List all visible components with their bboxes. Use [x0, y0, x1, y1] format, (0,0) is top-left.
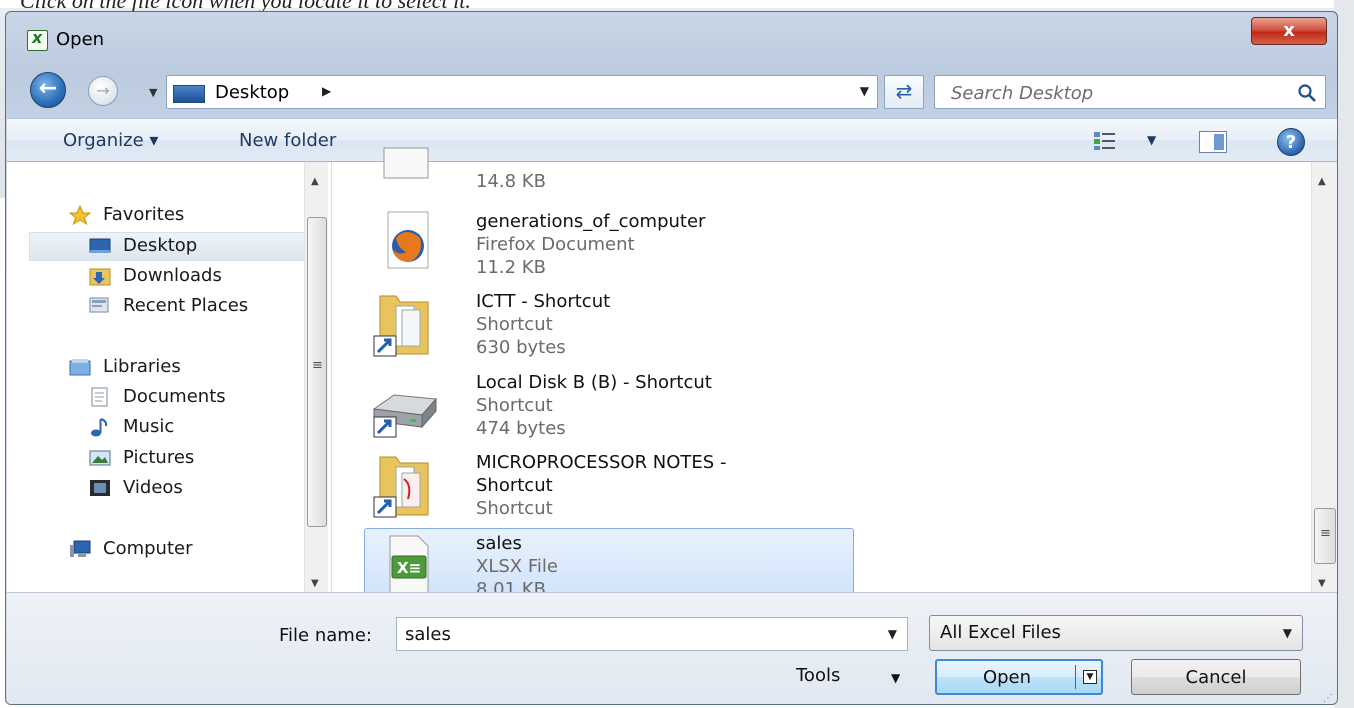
file-name: ICTT - Shortcut — [476, 291, 611, 312]
file-list-scrollbar[interactable]: ▲ ▼ — [1311, 162, 1337, 592]
sidebar-item-label: Desktop — [123, 235, 198, 256]
scroll-up-icon[interactable]: ▲ — [1318, 176, 1326, 187]
recent-places-icon — [89, 297, 109, 313]
scroll-down-icon[interactable]: ▼ — [1318, 578, 1326, 589]
libraries-icon — [69, 359, 91, 376]
videos-icon — [90, 480, 110, 496]
sidebar-item-label: Downloads — [123, 265, 222, 286]
refresh-button[interactable]: ⇄ — [884, 75, 924, 109]
search-icon[interactable] — [1297, 83, 1317, 103]
view-options-dropdown-icon[interactable]: ▼ — [1147, 133, 1156, 147]
desktop-icon — [89, 238, 111, 253]
open-options-dropdown-icon[interactable]: ▼ — [1083, 670, 1097, 684]
file-size: 11.2 KB — [476, 257, 546, 278]
dialog-footer: File name: sales ▼ All Excel Files ▼ Too… — [7, 592, 1337, 704]
list-item[interactable]: Local Disk B (B) - Shortcut Shortcut 474… — [366, 369, 854, 445]
window-title: Open — [56, 29, 105, 50]
file-type: Shortcut — [476, 498, 553, 519]
sidebar-item-label: Videos — [123, 477, 183, 498]
recent-pages-dropdown-icon[interactable]: ▼ — [149, 86, 157, 99]
change-view-icon[interactable] — [1093, 131, 1117, 151]
list-item[interactable]: ICTT - Shortcut Shortcut 630 bytes — [366, 288, 854, 364]
file-size: 630 bytes — [476, 337, 566, 358]
search-placeholder: Search Desktop — [951, 83, 1094, 104]
svg-text:X≡: X≡ — [397, 559, 421, 577]
open-button-label: Open — [982, 667, 1032, 688]
music-icon — [91, 418, 108, 437]
organize-button[interactable]: Organize ▾ — [63, 130, 158, 151]
file-type-select[interactable]: All Excel Files ▼ — [929, 615, 1303, 651]
file-type: XLSX File — [476, 556, 558, 577]
computer-icon — [70, 540, 91, 557]
close-button[interactable]: x — [1251, 17, 1327, 45]
pictures-icon — [89, 450, 111, 466]
sidebar-item-label: Documents — [123, 386, 226, 407]
documents-icon — [91, 387, 108, 407]
help-button[interactable]: ? — [1277, 128, 1305, 156]
tools-button[interactable]: Tools — [796, 665, 840, 686]
file-type: Shortcut — [476, 314, 553, 335]
file-name: Local Disk B (B) - Shortcut — [476, 372, 712, 393]
folder-shortcut-icon — [373, 295, 429, 357]
forward-button[interactable]: → — [88, 76, 118, 106]
breadcrumb-arrow-icon[interactable]: ▶ — [322, 84, 331, 98]
file-size: 474 bytes — [476, 418, 566, 439]
sidebar-item-label: Recent Places — [123, 295, 249, 316]
downloads-icon — [89, 268, 111, 286]
file-type: Shortcut — [476, 395, 553, 416]
split-divider — [1075, 665, 1076, 689]
back-button[interactable]: ← — [30, 72, 66, 108]
scroll-down-icon[interactable]: ▼ — [311, 578, 319, 589]
address-dropdown-icon[interactable]: ▼ — [860, 84, 869, 98]
sidebar-item-label: Favorites — [103, 204, 185, 225]
file-list: 14.8 KB generations_of_computer Firefox … — [332, 147, 1337, 602]
open-dialog: Open x ← → ▼ Desktop ▶ ▼ ⇄ Search Deskto… — [5, 11, 1338, 705]
address-bar[interactable]: Desktop ▶ ▼ — [166, 75, 878, 109]
sidebar-item-label: Pictures — [123, 447, 195, 468]
star-icon — [69, 205, 91, 225]
open-button[interactable]: Open ▼ — [935, 659, 1103, 695]
desktop-folder-icon — [173, 85, 205, 103]
resize-grip-icon[interactable]: ⋰ — [1323, 693, 1333, 704]
new-folder-button[interactable]: New folder — [239, 130, 336, 151]
firefox-document-icon — [387, 211, 429, 269]
list-item[interactable]: generations_of_computer Firefox Document… — [366, 208, 854, 284]
file-size: 14.8 KB — [476, 171, 546, 192]
cancel-button-label: Cancel — [1185, 667, 1247, 688]
excel-app-icon — [27, 28, 48, 51]
preview-pane-button[interactable] — [1199, 131, 1227, 153]
drive-shortcut-icon — [372, 394, 438, 438]
file-name-field[interactable]: sales ▼ — [396, 617, 908, 651]
file-name-dropdown-icon[interactable]: ▼ — [888, 627, 897, 641]
scroll-up-icon[interactable]: ▲ — [311, 176, 319, 187]
file-name-label: File name: — [279, 625, 372, 646]
list-item[interactable]: MICROPROCESSOR NOTES - Shortcut Shortcut — [366, 449, 854, 525]
file-scroll-thumb[interactable] — [1314, 508, 1336, 564]
nav-scrollbar[interactable]: ▲ ▼ — [304, 162, 328, 592]
folder-shortcut-icon — [373, 456, 429, 518]
sidebar-item-label: Libraries — [103, 356, 181, 377]
search-input[interactable]: Search Desktop — [934, 75, 1326, 109]
file-name: sales — [476, 533, 522, 554]
nav-scroll-thumb[interactable] — [307, 217, 327, 527]
sidebar-item-label: Music — [123, 416, 175, 437]
navigation-pane: Favorites Desktop Downloads Recent Place… — [7, 162, 332, 592]
file-name-value[interactable]: sales — [405, 624, 451, 645]
file-type-dropdown-icon[interactable]: ▼ — [1283, 626, 1292, 640]
cancel-button[interactable]: Cancel — [1131, 659, 1301, 695]
file-name-continued: Shortcut — [476, 475, 553, 496]
file-type: Firefox Document — [476, 234, 635, 255]
file-type-value: All Excel Files — [940, 622, 1061, 643]
list-item-partial[interactable]: 14.8 KB — [366, 144, 854, 194]
sidebar-item-label: Computer — [103, 538, 193, 559]
file-name: generations_of_computer — [476, 211, 706, 232]
tools-dropdown-icon[interactable]: ▼ — [891, 671, 900, 685]
address-location[interactable]: Desktop — [215, 82, 289, 103]
title-bar: Open x — [6, 12, 1337, 68]
file-name: MICROPROCESSOR NOTES - — [476, 452, 727, 473]
